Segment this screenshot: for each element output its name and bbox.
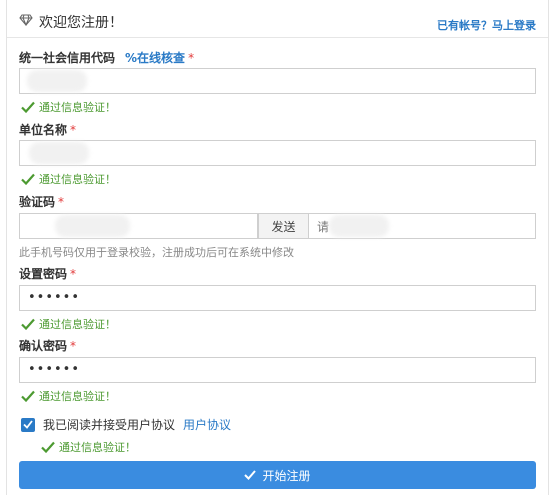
credit-code-input[interactable] (19, 68, 536, 94)
agreement-row: 我已阅读并接受用户协议 用户协议 (21, 416, 231, 433)
company-name-label: 单位名称 (19, 123, 68, 137)
confirm-password-label-row: 确认密码 * (19, 337, 76, 354)
checkmark-icon (244, 470, 257, 480)
diamond-icon (19, 14, 33, 30)
confirm-password-label: 确认密码 (19, 339, 68, 353)
checkmark-icon (21, 318, 35, 330)
redacted-value (55, 215, 130, 237)
required-mark: * (70, 267, 77, 281)
link-icon: % (125, 51, 138, 65)
register-form: 欢迎您注册！ 已有帐号？马上登录 统一社会信用代码 %在线核查 * 通过信息验证！ … (6, 0, 549, 495)
validation-text: 通过信息验证！ (39, 173, 116, 186)
confirm-password-validation: 通过信息验证！ (21, 388, 116, 404)
required-mark: * (188, 51, 195, 65)
phone-hint: 此手机号码仅用于登录校验，注册成功后可在系统中修改 (19, 246, 294, 259)
online-check-link[interactable]: %在线核查 (125, 51, 185, 65)
checkmark-icon (21, 390, 35, 402)
password-label: 设置密码 (19, 267, 68, 281)
company-name-input[interactable] (19, 140, 536, 166)
checkmark-icon (21, 173, 35, 185)
page-title-text: 欢迎您注册！ (39, 15, 123, 31)
redacted-value (29, 142, 89, 164)
validation-text: 通过信息验证！ (39, 101, 116, 114)
online-check-text: 在线核查 (137, 51, 186, 65)
checkmark-icon (23, 420, 33, 429)
user-agreement-link[interactable]: 用户协议 (183, 416, 231, 433)
required-mark: * (70, 123, 77, 137)
confirm-password-input[interactable]: •••••• (19, 357, 536, 383)
credit-code-label: 统一社会信用代码 (19, 51, 116, 65)
checkmark-icon (21, 101, 35, 113)
agreement-text: 我已阅读并接受用户协议 (43, 418, 176, 432)
password-label-row: 设置密码 * (19, 265, 76, 282)
company-name-label-row: 单位名称 * (19, 121, 76, 138)
redacted-value (27, 70, 87, 92)
start-register-button[interactable]: 开始注册 (19, 461, 536, 489)
verification-code-label-row: 验证码 * (19, 193, 64, 210)
verification-code-label: 验证码 (19, 195, 56, 209)
password-validation: 通过信息验证！ (21, 316, 116, 332)
form-header: 欢迎您注册！ 已有帐号？马上登录 (7, 0, 548, 38)
credit-code-label-row: 统一社会信用代码 %在线核查 * (19, 49, 194, 66)
validation-text: 通过信息验证！ (59, 441, 136, 454)
company-name-validation: 通过信息验证！ (21, 171, 116, 187)
start-register-label: 开始注册 (262, 468, 311, 483)
validation-text: 通过信息验证！ (39, 318, 116, 331)
checkmark-icon (41, 441, 55, 453)
password-input[interactable]: •••••• (19, 285, 536, 311)
login-link[interactable]: 已有帐号？马上登录 (437, 17, 536, 33)
verification-code-partial: 请 (317, 219, 330, 234)
redacted-value (329, 215, 389, 237)
required-mark: * (58, 195, 65, 209)
validation-text: 通过信息验证！ (39, 390, 116, 403)
page-title: 欢迎您注册！ (19, 12, 123, 32)
agreement-checkbox[interactable] (21, 417, 35, 432)
agreement-validation: 通过信息验证！ (41, 439, 136, 455)
required-mark: * (70, 339, 77, 353)
credit-code-validation: 通过信息验证！ (21, 99, 116, 115)
send-code-button[interactable]: 发送 (258, 213, 309, 239)
